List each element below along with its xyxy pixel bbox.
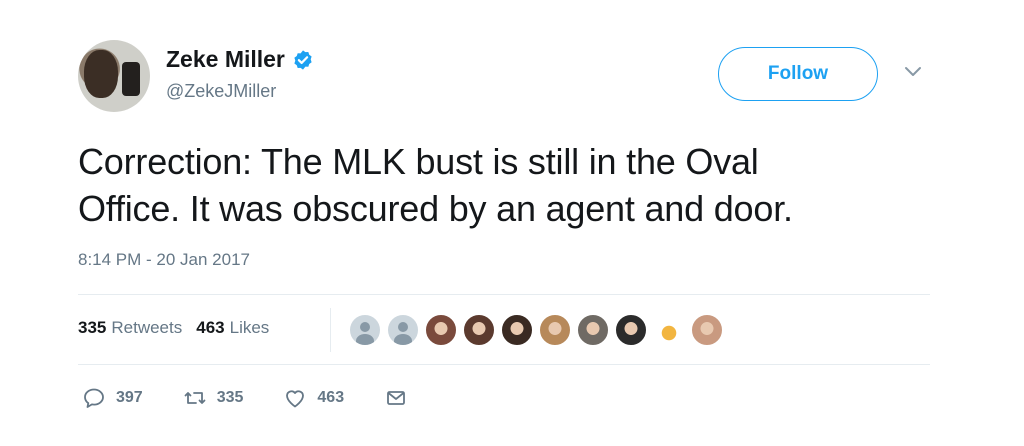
liker-avatar[interactable] (386, 313, 420, 347)
direct-message-icon (387, 391, 406, 405)
direct-message-button[interactable] (384, 386, 408, 410)
liker-avatar[interactable] (538, 313, 572, 347)
tweet-text-line: Office. It was obscured by an agent and … (78, 188, 793, 229)
author-handle[interactable]: @ZekeJMiller (166, 81, 276, 102)
likes-count: 463 (196, 318, 225, 337)
liker-avatar[interactable] (652, 313, 686, 347)
liker-avatar[interactable] (462, 313, 496, 347)
like-button[interactable]: 463 (283, 386, 344, 410)
tweet-text-line: Correction: The MLK bust is still in the… (78, 141, 759, 182)
tweet-text: Correction: The MLK bust is still in the… (78, 138, 958, 232)
retweet-count: 335 (216, 389, 244, 406)
liker-avatar[interactable] (500, 313, 534, 347)
divider (78, 294, 930, 295)
tweet-timestamp[interactable]: 8:14 PM - 20 Jan 2017 (78, 250, 250, 270)
avatar-camera (122, 62, 140, 96)
liker-avatars (348, 313, 728, 347)
reply-icon (84, 388, 104, 408)
stats-separator (330, 308, 331, 352)
follow-button[interactable]: Follow (718, 47, 878, 101)
author-name-row[interactable]: Zeke Miller (166, 46, 314, 73)
like-icon (286, 390, 305, 408)
reply-button[interactable]: 397 (82, 386, 143, 410)
liker-avatar[interactable] (690, 313, 724, 347)
like-count: 463 (317, 389, 345, 406)
retweets-stat[interactable]: 335 Retweets (78, 318, 182, 338)
author-avatar[interactable] (78, 40, 150, 112)
avatar-figure (84, 50, 118, 98)
verified-badge-icon (294, 49, 312, 70)
liker-avatar[interactable] (424, 313, 458, 347)
chevron-down-icon[interactable] (903, 65, 923, 79)
author-display-name[interactable]: Zeke Miller (166, 46, 285, 73)
retweet-button[interactable]: 335 (183, 386, 244, 410)
retweets-count: 335 (78, 318, 107, 337)
tweet-actions: 397 335 463 (82, 386, 448, 410)
engagement-stats: 335 Retweets 463 Likes (78, 318, 283, 338)
divider (78, 364, 930, 365)
liker-avatar[interactable] (348, 313, 382, 347)
likes-stat[interactable]: 463 Likes (196, 318, 269, 338)
retweet-icon (184, 392, 206, 404)
likes-label: Likes (229, 318, 270, 337)
liker-avatar[interactable] (614, 313, 648, 347)
reply-count: 397 (116, 389, 143, 406)
liker-avatar[interactable] (576, 313, 610, 347)
retweets-label: Retweets (111, 318, 183, 337)
